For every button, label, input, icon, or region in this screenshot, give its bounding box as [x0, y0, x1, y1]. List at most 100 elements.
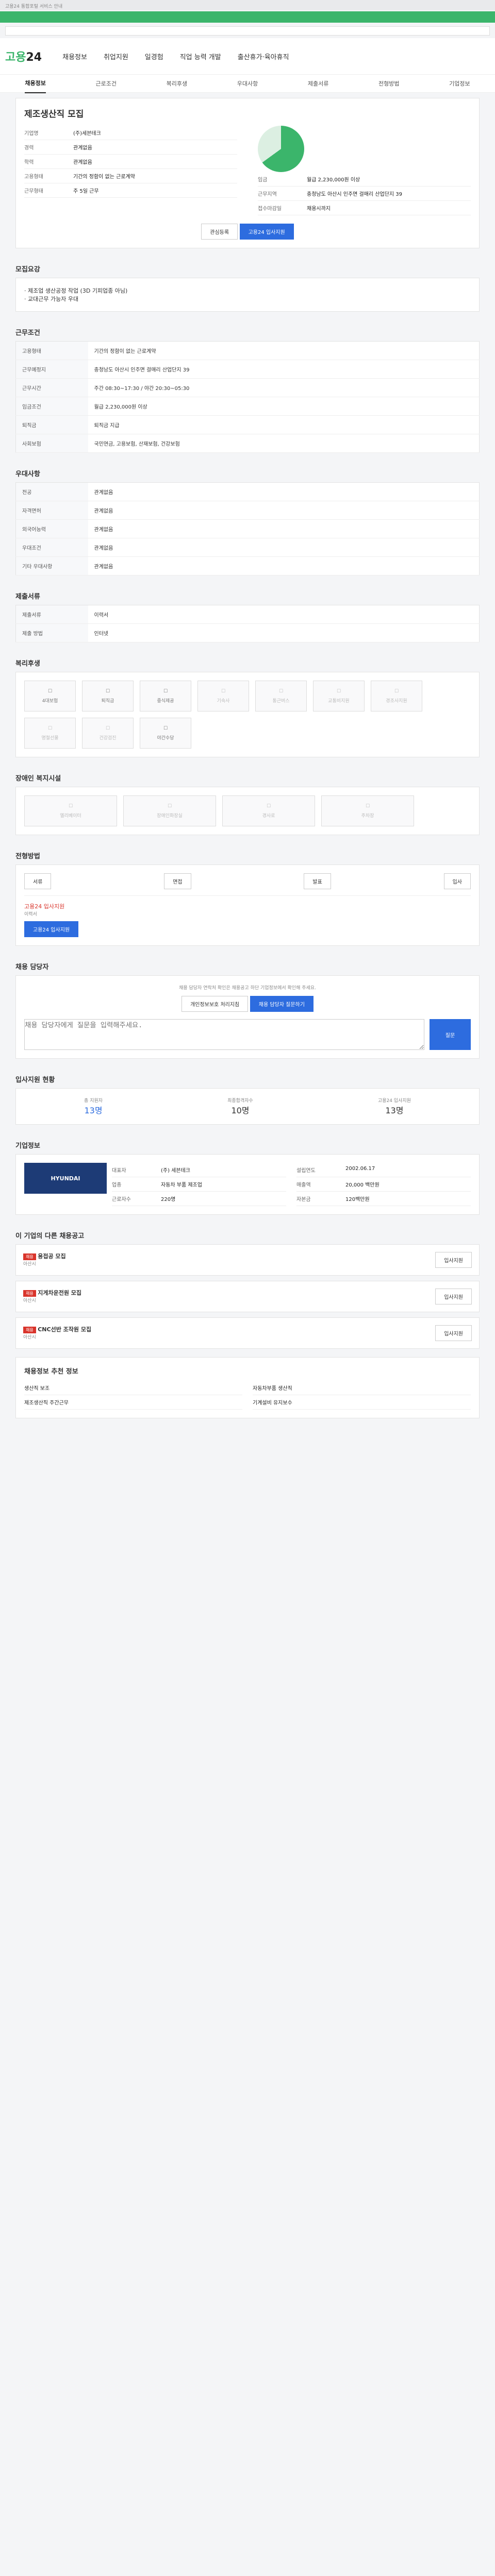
- tab[interactable]: 복리후생: [167, 79, 187, 88]
- label: 제출서류: [15, 605, 88, 624]
- recommend-section: 채용정보 추천 정보 생산직 보조 자동차부품 생산직 제조생산직 주간근무 기…: [15, 1357, 480, 1418]
- tab[interactable]: 기업정보: [449, 79, 470, 88]
- preference-table: 전공 관계없음 자격면허 관계없음 외국어능력 관계없음 우대조건 관계없음 기타 우대…: [15, 482, 480, 575]
- site-logo[interactable]: 고용24: [5, 48, 42, 64]
- welfare-item: ☐ 명절선물: [24, 718, 76, 749]
- label: 외국어능력: [15, 519, 88, 538]
- related-job[interactable]: 채용 CNC선반 조작원 모집 아산시 입사지원: [15, 1317, 480, 1349]
- recommend-item[interactable]: 자동차부품 생산직: [253, 1381, 471, 1395]
- wage-value: 월급 2,230,000원 이상: [307, 177, 360, 183]
- benefit-icon: ☐: [47, 688, 53, 694]
- section-title: 채용정보 추천 정보: [24, 1368, 78, 1376]
- nav-item[interactable]: 출산휴가·육아휴직: [238, 52, 289, 61]
- tab[interactable]: 제출서류: [308, 79, 328, 88]
- welfare-item: ☐ 중식제공: [140, 681, 191, 711]
- benefit-icon: ☐: [394, 688, 399, 694]
- section-title: 제출서류: [15, 593, 40, 601]
- facility-item: ☐ 장애인화장실: [123, 795, 216, 826]
- recommend-item[interactable]: 제조생산직 주간근무: [24, 1395, 242, 1410]
- label: 임금: [258, 177, 268, 183]
- nav-item[interactable]: 직업 능력 개발: [180, 52, 221, 61]
- deadline-chart: [258, 126, 304, 172]
- promo-banner[interactable]: [0, 11, 495, 23]
- company-section: 기업정보 HYUNDAI 대표자 (주) 세븐테크 설립연도 2002.06.17 …: [15, 1140, 480, 1215]
- section-title: 이 기업의 다른 채용공고: [15, 1232, 85, 1240]
- preference-section: 우대사항 전공 관계없음 자격면허 관계없음 외국어능력 관계없음 우대조건 관계없음 …: [15, 468, 480, 575]
- benefit-icon: ☐: [105, 725, 110, 731]
- related-job[interactable]: 채용 지게차운전원 모집 아산시 입사지원: [15, 1281, 480, 1312]
- facility-item: ☐ 경사로: [222, 795, 315, 826]
- section-title: 채용 담당자: [15, 963, 49, 971]
- apply-button[interactable]: 입사지원: [435, 1252, 472, 1268]
- apply-button[interactable]: 입사지원: [435, 1325, 472, 1341]
- career-value: 관계없음: [73, 145, 92, 151]
- apply-button[interactable]: 고용24 입사지원: [239, 224, 294, 240]
- nav-item[interactable]: 채용정보: [62, 52, 87, 61]
- favorite-button[interactable]: 관심등록: [201, 224, 238, 240]
- recommend-item[interactable]: 생산직 보조: [24, 1381, 242, 1395]
- receive-doc: 이력서: [24, 912, 37, 917]
- company-name: (주)세븐테크: [73, 131, 101, 137]
- value: 이력서: [88, 605, 480, 624]
- value: 관계없음: [88, 501, 480, 520]
- manager-section: 채용 담당자 채용 담당자 연락처 확인은 채용공고 하단 기업정보에서 확인해…: [15, 961, 480, 1059]
- manager-card: 채용 담당자 연락처 확인은 채용공고 하단 기업정보에서 확인해 주세요. 개…: [15, 975, 480, 1059]
- nav-item[interactable]: 취업지원: [104, 52, 128, 61]
- tab[interactable]: 우대사항: [237, 79, 258, 88]
- section-title: 전형방법: [15, 853, 40, 860]
- welfare-item: ☐ 4대보험: [24, 681, 76, 711]
- site-header: 고용24 채용정보 취업지원 일경험 직업 능력 개발 출산휴가·육아휴직: [0, 38, 495, 74]
- facility-icon: ☐: [365, 803, 370, 809]
- job-title: 제조생산직 모집: [24, 109, 84, 120]
- value: 주간 08:30~17:30 / 야간 20:30~05:30: [88, 378, 480, 397]
- label: 기업명: [24, 131, 39, 137]
- benefit-icon: ☐: [105, 688, 110, 694]
- submit-question-button[interactable]: 질문: [430, 1019, 471, 1050]
- welfare-item: ☐ 경조사지원: [371, 681, 422, 711]
- section-title: 입사지원 현황: [15, 1076, 55, 1084]
- value: 국민연금, 고용보험, 산재보험, 건강보험: [88, 434, 480, 453]
- label: 사회보험: [15, 434, 88, 453]
- welfare-icons: ☐ 4대보험 ☐ 퇴직금 ☐ 중식제공 ☐ 기숙사 ☐ 통근버스 ☐ 교통비지원 ☐ 경조사지…: [15, 672, 480, 757]
- value: 관계없음: [88, 538, 480, 557]
- label: 제출 방법: [15, 623, 88, 642]
- nav-item[interactable]: 일경험: [145, 52, 163, 61]
- company-logo: HYUNDAI: [24, 1163, 107, 1194]
- tab[interactable]: 근로조건: [95, 79, 116, 88]
- main-nav: 채용정보 취업지원 일경험 직업 능력 개발 출산휴가·육아휴직: [62, 52, 289, 61]
- section-title: 장애인 복지시설: [15, 775, 61, 783]
- work-value: 주 5일 근무: [73, 189, 99, 194]
- welfare-section: 복리후생 ☐ 4대보험 ☐ 퇴직금 ☐ 중식제공 ☐ 기숙사 ☐ 통근버스 ☐ 교통비지원 …: [15, 658, 480, 757]
- apply-button[interactable]: 입사지원: [435, 1289, 472, 1304]
- benefit-icon: ☐: [278, 688, 284, 694]
- value: 월급 2,230,000원 이상: [88, 397, 480, 416]
- emp-value: 기간의 정함이 없는 근로계약: [73, 174, 135, 180]
- label: 기타 우대사항: [15, 556, 88, 575]
- process-card: 서류 면접 발표 입사 고용24 입사지원 이력서 고용24 입사지원: [15, 865, 480, 946]
- facility-icon: ☐: [266, 803, 271, 809]
- related-section: 이 기업의 다른 채용공고 채용 용접공 모집 아산시 입사지원 채용 지게차운전원…: [15, 1230, 480, 1349]
- label: 퇴직금: [15, 415, 88, 434]
- related-job[interactable]: 채용 용접공 모집 아산시 입사지원: [15, 1244, 480, 1276]
- search-input[interactable]: [5, 26, 490, 36]
- privacy-button[interactable]: 개인정보보호 처리지침: [182, 996, 249, 1012]
- recommend-item[interactable]: 기계설비 유지보수: [253, 1395, 471, 1410]
- tab[interactable]: 채용정보: [25, 74, 46, 93]
- section-title: 우대사항: [15, 470, 40, 478]
- tab[interactable]: 전형방법: [378, 79, 399, 88]
- stats-section: 입사지원 현황 총 지원자 13명 최종합격자수 10명 고용24 입사지원 13명: [15, 1074, 480, 1125]
- value: 인터넷: [88, 623, 480, 642]
- benefit-icon: ☐: [163, 688, 168, 694]
- process-apply-button[interactable]: 고용24 입사지원: [24, 921, 79, 937]
- benefit-icon: ☐: [47, 725, 53, 731]
- process-step: 서류: [24, 873, 52, 889]
- ask-manager-button[interactable]: 채용 담당자 질문하기: [250, 996, 314, 1012]
- section-title: 복리후생: [15, 660, 40, 668]
- label: 학력: [24, 160, 34, 165]
- process-section: 전형방법 서류 면접 발표 입사 고용24 입사지원 이력서 고용24 입사지원: [15, 851, 480, 946]
- process-step: 면접: [164, 873, 191, 889]
- label: 임금조건: [15, 397, 88, 416]
- label: 자격면허: [15, 501, 88, 520]
- question-input[interactable]: [24, 1019, 424, 1050]
- value: 관계없음: [88, 519, 480, 538]
